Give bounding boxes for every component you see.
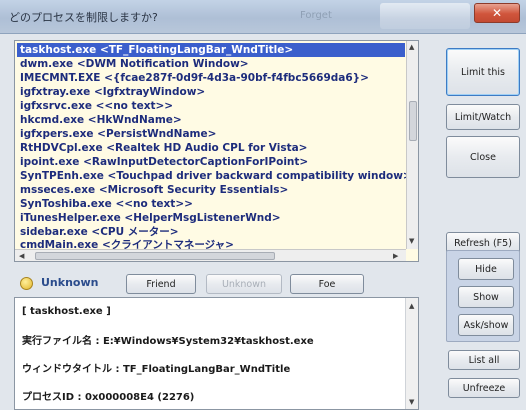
process-row[interactable]: iTunesHelper.exe <HelperMsgListenerWnd> bbox=[17, 211, 405, 225]
classification-status-label: Unknown bbox=[41, 276, 99, 289]
scroll-left-arrow-icon[interactable]: ◀ bbox=[19, 252, 24, 260]
process-row[interactable]: cmdMain.exe <クライアントマネージャ> bbox=[17, 238, 405, 249]
info-executable-path: 実行ファイル名 : E:¥Windows¥System32¥taskhost.e… bbox=[22, 336, 314, 347]
process-info-panel: [ taskhost.exe ] 実行ファイル名 : E:¥Windows¥Sy… bbox=[14, 297, 419, 410]
process-row[interactable]: ipoint.exe <RawInputDetectorCaptionForIP… bbox=[17, 155, 405, 169]
scrollbar-thumb[interactable] bbox=[35, 252, 275, 260]
scroll-down-arrow-icon[interactable]: ▼ bbox=[409, 398, 414, 406]
process-row[interactable]: igfxpers.exe <PersistWndName> bbox=[17, 127, 405, 141]
status-indicator-icon bbox=[20, 277, 33, 290]
process-row[interactable]: msseces.exe <Microsoft Security Essentia… bbox=[17, 183, 405, 197]
scrollbar-thumb[interactable] bbox=[409, 101, 417, 141]
scroll-up-arrow-icon[interactable]: ▲ bbox=[409, 302, 414, 310]
limit-watch-button[interactable]: Limit/Watch bbox=[446, 104, 520, 130]
process-row[interactable]: SynTPEnh.exe <Touchpad driver backward c… bbox=[17, 169, 412, 183]
process-row[interactable]: IMECMNT.EXE <{fcae287f-0d9f-4d3a-90bf-f4… bbox=[17, 71, 405, 85]
process-row[interactable]: igfxsrvc.exe <<no text>> bbox=[17, 99, 405, 113]
info-panel-scrollbar[interactable]: ▲ ▼ bbox=[405, 298, 418, 409]
process-row[interactable]: SynToshiba.exe <<no text>> bbox=[17, 197, 405, 211]
scroll-right-arrow-icon[interactable]: ▶ bbox=[393, 252, 398, 260]
process-list-horizontal-scrollbar[interactable]: ◀ ▶ bbox=[15, 249, 406, 261]
scroll-up-arrow-icon[interactable]: ▲ bbox=[409, 43, 414, 51]
info-window-title: ウィンドウタイトル : TF_FloatingLangBar_WndTitle bbox=[22, 364, 291, 375]
window-close-button[interactable]: ✕ bbox=[474, 3, 520, 23]
title-glass-reflection bbox=[380, 3, 470, 29]
process-row[interactable]: igfxtray.exe <IgfxtrayWindow> bbox=[17, 85, 405, 99]
process-row[interactable]: sidebar.exe <CPU メーター> bbox=[17, 225, 405, 239]
title-ghost-text: Forget bbox=[300, 10, 332, 21]
friend-button[interactable]: Friend bbox=[126, 274, 196, 294]
hide-button[interactable]: Hide bbox=[458, 258, 514, 280]
process-list[interactable]: taskhost.exe <TF_FloatingLangBar_WndTitl… bbox=[14, 40, 419, 262]
process-row[interactable]: taskhost.exe <TF_FloatingLangBar_WndTitl… bbox=[17, 43, 405, 57]
ask-show-button[interactable]: Ask/show bbox=[458, 314, 514, 336]
unfreeze-button[interactable]: Unfreeze bbox=[448, 378, 520, 398]
show-button[interactable]: Show bbox=[458, 286, 514, 308]
window-title: どのプロセスを制限しますか? bbox=[9, 11, 158, 24]
limit-this-button[interactable]: Limit this bbox=[446, 48, 520, 96]
foe-button[interactable]: Foe bbox=[290, 274, 364, 294]
process-row[interactable]: RtHDVCpl.exe <Realtek HD Audio CPL for V… bbox=[17, 141, 405, 155]
process-row[interactable]: hkcmd.exe <HkWndName> bbox=[17, 113, 405, 127]
info-process-id: プロセスID : 0x000008E4 (2276) bbox=[22, 392, 195, 403]
unknown-button[interactable]: Unknown bbox=[206, 274, 282, 294]
process-row[interactable]: dwm.exe <DWM Notification Window> bbox=[17, 57, 405, 71]
title-bar: どのプロセスを制限しますか? Forget ✕ bbox=[0, 0, 526, 34]
list-all-button[interactable]: List all bbox=[448, 350, 520, 370]
scroll-down-arrow-icon[interactable]: ▼ bbox=[409, 237, 414, 245]
info-process-name: [ taskhost.exe ] bbox=[22, 306, 111, 317]
close-button[interactable]: Close bbox=[446, 136, 520, 178]
process-list-vertical-scrollbar[interactable]: ▲ ▼ bbox=[406, 41, 418, 249]
